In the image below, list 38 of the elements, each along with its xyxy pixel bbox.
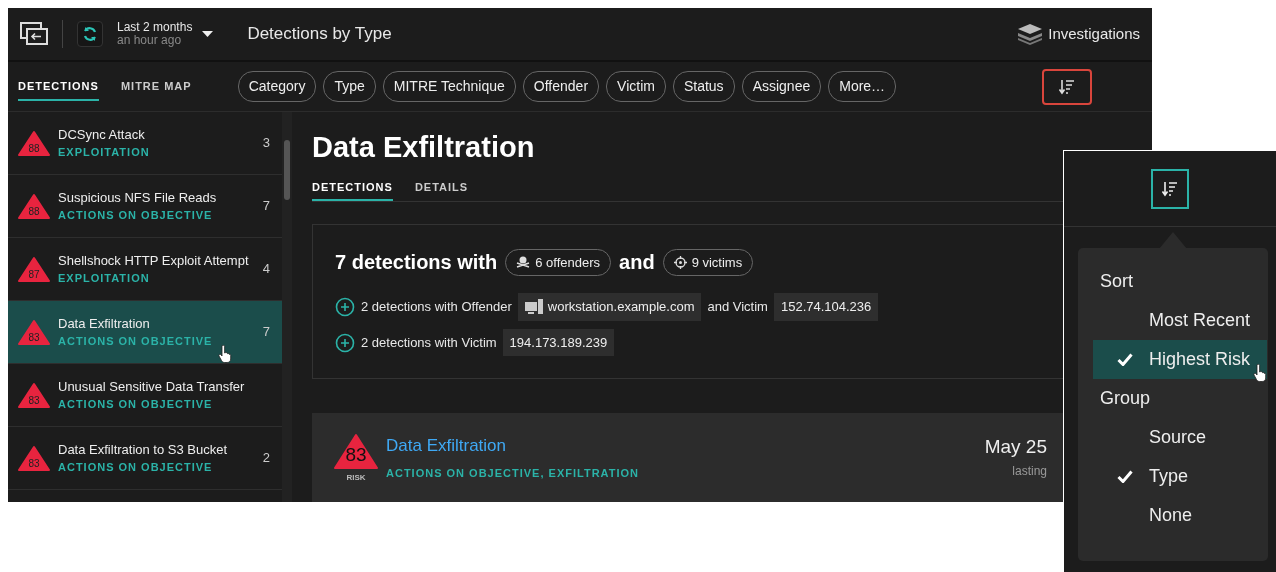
risk-label: RISK <box>346 472 366 485</box>
summary-joiner: and <box>619 250 655 276</box>
group-text: and Victim <box>707 298 768 317</box>
risk-badge: 87 <box>18 256 50 282</box>
detection-count: 3 <box>262 134 270 153</box>
detection-date: May 25 <box>984 435 1047 460</box>
risk-badge: 88 <box>18 193 50 219</box>
menu-heading: Sort <box>1099 270 1134 293</box>
page-title: Detections by Type <box>247 23 392 46</box>
summary-heading: 7 detections with <box>335 250 498 276</box>
detection-name: DCSync Attack <box>58 125 146 144</box>
detection-count: 7 <box>262 197 270 216</box>
detection-count: 4 <box>262 260 270 279</box>
risk-badge: 83 <box>18 445 50 471</box>
detection-category: ACTIONS ON OBJECTIVE <box>58 396 214 412</box>
detection-count: 2 <box>262 449 270 468</box>
risk-badge: 83 <box>18 382 50 408</box>
detection-name: Data Exfiltration <box>58 314 151 333</box>
detection-category: ACTIONS ON OBJECTIVE <box>58 207 214 223</box>
risk-badge: 83 <box>18 319 50 345</box>
detail-title: Data Exfiltration <box>312 130 536 165</box>
menu-heading: Group <box>1099 387 1152 410</box>
risk-badge: 88 <box>18 130 50 156</box>
detection-duration: lasting <box>1011 462 1047 480</box>
detection-category: ACTIONS ON OBJECTIVE <box>58 459 214 475</box>
updated-time: an hour ago <box>117 34 183 47</box>
detection-count: 7 <box>262 323 270 342</box>
detection-name: Data Exfiltration to S3 Bucket <box>58 440 229 459</box>
detection-categories: ACTIONS ON OBJECTIVE, EXFILTRATION <box>386 465 639 481</box>
detection-name: Unusual Sensitive Data Transfer <box>58 377 246 396</box>
risk-score: 83 <box>345 445 367 465</box>
detection-name: Suspicious NFS File Reads <box>58 188 218 207</box>
detection-name: Shellshock HTTP Exploit Attempt <box>58 251 250 270</box>
group-text: 2 detections with Victim <box>361 333 497 352</box>
detection-category: EXPLOITATION <box>58 144 151 160</box>
detection-category: EXPLOITATION <box>58 270 151 286</box>
group-text: 2 detections with Offender <box>361 298 512 317</box>
detection-category: ACTIONS ON OBJECTIVE <box>58 333 214 349</box>
